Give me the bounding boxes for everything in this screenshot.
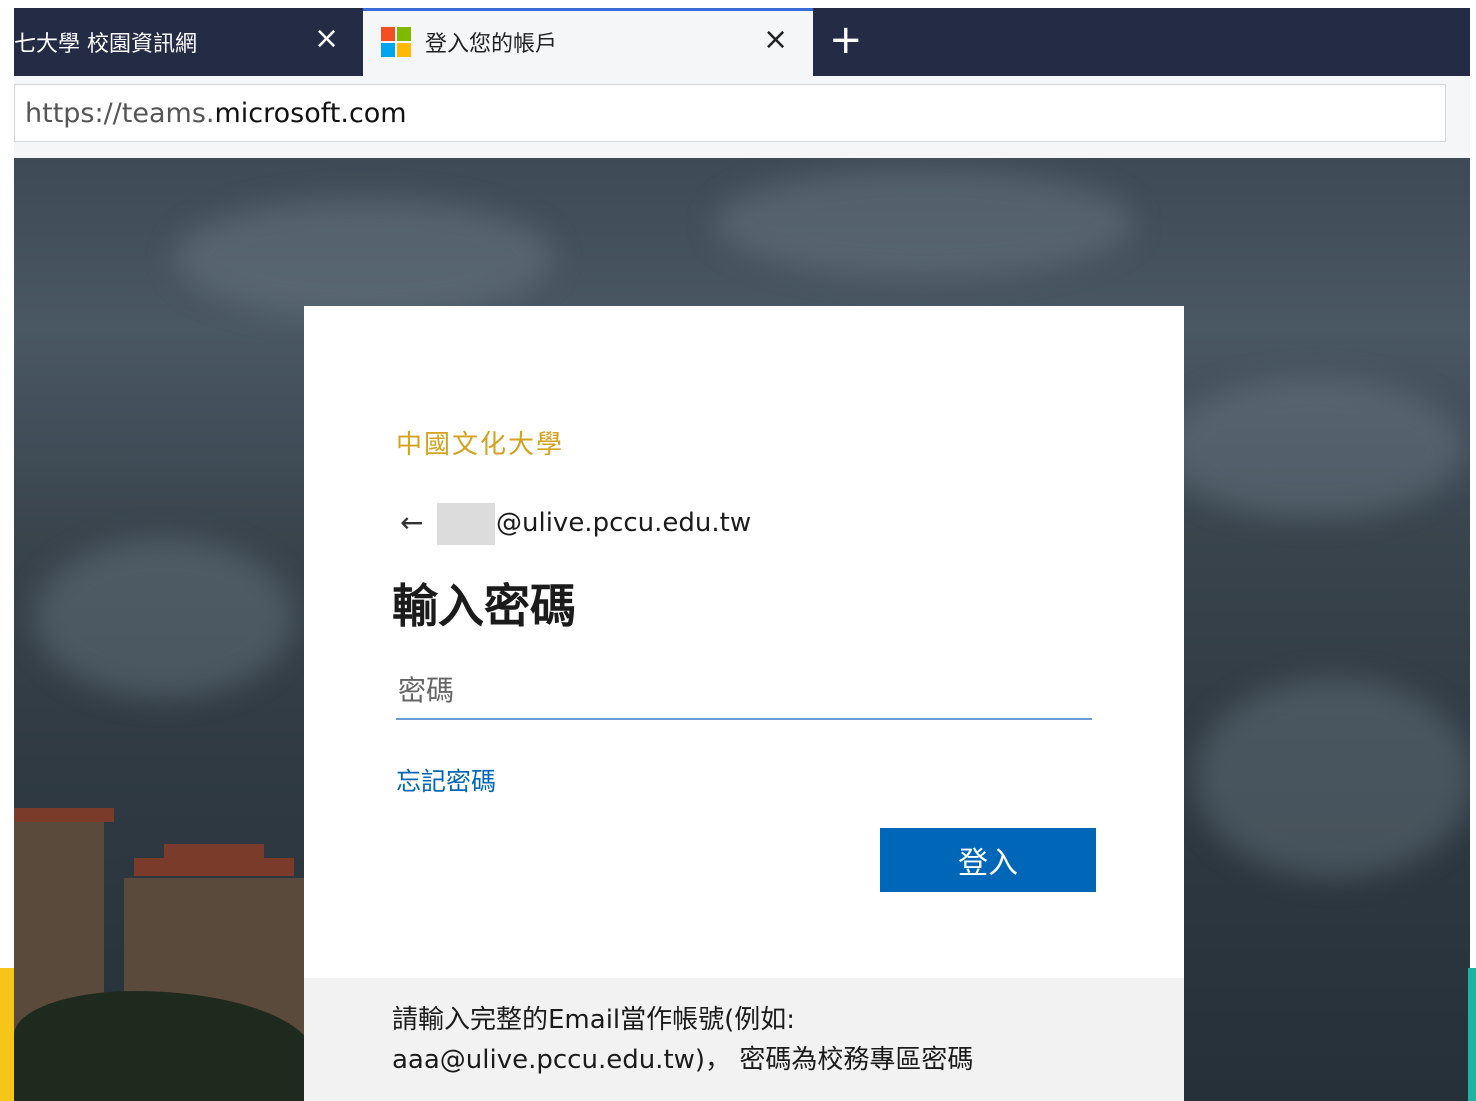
tab-campus[interactable]: 七大學 校園資訊網 ×	[14, 8, 362, 76]
redacted-username	[437, 503, 495, 545]
background-photo: 中國文化大學 ← @ulive.pccu.edu.tw 輸入密碼 忘記密碼 登入…	[14, 158, 1470, 1101]
url-text: https://teams.microsoft.com	[25, 98, 407, 129]
frame-right	[1470, 0, 1476, 968]
plus-icon[interactable]: +	[829, 18, 863, 62]
tab-signin[interactable]: 登入您的帳戶 ×	[363, 8, 813, 76]
card-footer: 請輸入完整的Email當作帳號(例如: aaa@ulive.pccu.edu.t…	[304, 978, 1184, 1101]
cloud	[1194, 678, 1470, 878]
cloud	[34, 538, 294, 698]
cloud	[714, 168, 1134, 278]
footer-line: 請輸入完整的Email當作帳號(例如:	[392, 1005, 796, 1035]
cloud	[1164, 378, 1464, 518]
tab-title: 七大學 校園資訊網	[14, 32, 197, 57]
decoration-teal	[1468, 968, 1476, 1101]
url-prefix: https://teams.	[25, 98, 215, 129]
forgot-password-link[interactable]: 忘記密碼	[396, 762, 496, 798]
address-bar[interactable]: https://teams.microsoft.com	[14, 84, 1446, 142]
close-icon[interactable]: ×	[763, 23, 788, 57]
back-arrow-icon[interactable]: ←	[400, 506, 423, 540]
university-logo: 中國文化大學	[396, 430, 565, 460]
password-input[interactable]	[396, 662, 1092, 720]
url-domain: microsoft.com	[214, 98, 407, 129]
roof	[14, 808, 114, 822]
footer-line: aaa@ulive.pccu.edu.tw)， 密碼為校務專區密碼	[392, 1045, 974, 1075]
signin-card: 中國文化大學 ← @ulive.pccu.edu.tw 輸入密碼 忘記密碼 登入…	[304, 306, 1184, 1101]
microsoft-logo-icon	[381, 27, 411, 57]
tab-bar: 七大學 校園資訊網 × 登入您的帳戶 × +	[14, 8, 1470, 76]
toolbar: https://teams.microsoft.com	[14, 76, 1470, 158]
roof	[134, 858, 294, 876]
cloud	[174, 198, 554, 318]
close-icon[interactable]: ×	[314, 22, 339, 56]
signin-button[interactable]: 登入	[880, 828, 1096, 892]
decoration-yellow	[0, 968, 14, 1101]
browser-window: 七大學 校園資訊網 × 登入您的帳戶 × + https://teams.mic…	[14, 8, 1470, 1101]
roof	[164, 844, 264, 858]
account-email: @ulive.pccu.edu.tw	[496, 508, 752, 538]
tab-title: 登入您的帳戶	[425, 32, 558, 57]
page-title: 輸入密碼	[392, 579, 576, 633]
frame-left	[0, 0, 14, 1101]
footer-note: 請輸入完整的Email當作帳號(例如: aaa@ulive.pccu.edu.t…	[392, 1000, 1172, 1080]
frame-top	[0, 0, 1476, 8]
